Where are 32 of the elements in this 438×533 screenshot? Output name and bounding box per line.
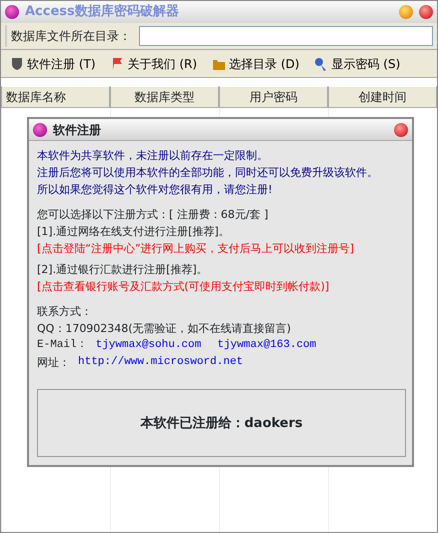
dialog-icon: [33, 122, 47, 136]
email-label: E-Mail：: [37, 338, 88, 353]
window-title: Access数据库密码破解器: [25, 2, 180, 22]
info-text: 所以如果您觉得这个软件对您很有用，请您注册!: [37, 182, 274, 198]
toolbar-button[interactable]: 选择目录 (D): [211, 54, 300, 72]
dialog-title: 软件注册: [53, 122, 102, 138]
shield-icon: [9, 56, 25, 72]
field-label: 数据库文件所在目录：: [5, 25, 135, 47]
contact-heading: 联系方式：: [37, 304, 93, 320]
toolbar-button[interactable]: 显示密码 (S): [313, 54, 400, 72]
minimize-button[interactable]: [399, 5, 413, 19]
column-header[interactable]: 用户密码: [219, 86, 328, 108]
qq-text: QQ：170902348(无需验证，如不在线请直接留言): [37, 321, 292, 337]
method-text: [2].通过银行汇款进行注册[推荐]。: [37, 262, 209, 278]
close-button[interactable]: [394, 122, 408, 136]
info-text: 注册后您将可以使用本软件的全部功能，同时还可以免费升级该软件。: [37, 165, 379, 181]
website-link[interactable]: http://www.microsword.net: [78, 354, 244, 371]
info-text: 本软件为共享软件，未注册以前存在一定限制。: [37, 148, 269, 164]
email-link[interactable]: tjywmax@sohu.com: [96, 337, 202, 354]
toolbar-button[interactable]: 关于我们 (R): [110, 54, 198, 72]
website-label: 网址：: [37, 355, 70, 371]
close-button[interactable]: [419, 5, 433, 19]
methods-heading: 您可以选择以下注册方式：[ 注册费：68元/套 ]: [37, 207, 270, 223]
email-link[interactable]: tjywmax@163.com: [217, 337, 316, 354]
app-icon: [5, 5, 19, 19]
column-header[interactable]: 数据库类型: [110, 86, 219, 108]
registered-text: 本软件已注册给：daokers: [140, 414, 303, 432]
column-header[interactable]: 数据库名称: [1, 86, 110, 108]
path-field[interactable]: [139, 26, 433, 46]
toolbar-button[interactable]: 软件注册 (T): [9, 54, 96, 72]
method-text: [1].通过网络在线支付进行注册[推荐]。: [37, 224, 231, 240]
column-header[interactable]: 创建时间: [328, 86, 437, 108]
